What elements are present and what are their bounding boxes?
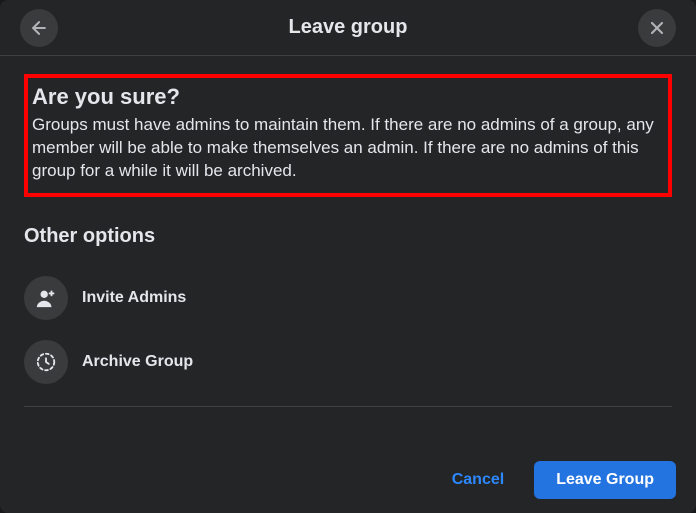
invite-admins-label: Invite Admins (82, 289, 186, 307)
archive-group-option[interactable]: Archive Group (24, 330, 672, 394)
modal-footer: Cancel Leave Group (0, 447, 696, 513)
archive-clock-icon (35, 351, 57, 373)
divider (24, 406, 672, 407)
close-button[interactable] (638, 9, 676, 47)
warning-heading: Are you sure? (32, 84, 664, 110)
archive-group-label: Archive Group (82, 353, 193, 371)
cancel-button[interactable]: Cancel (434, 461, 522, 499)
modal-header: Leave group (0, 0, 696, 56)
archive-group-icon-wrap (24, 340, 68, 384)
warning-body: Groups must have admins to maintain them… (32, 114, 664, 183)
warning-section: Are you sure? Groups must have admins to… (24, 74, 672, 197)
leave-group-button[interactable]: Leave Group (534, 461, 676, 499)
invite-admins-option[interactable]: Invite Admins (24, 266, 672, 330)
person-plus-icon (35, 287, 57, 309)
modal-content: Are you sure? Groups must have admins to… (0, 56, 696, 447)
other-options-heading: Other options (24, 225, 672, 248)
back-button[interactable] (20, 9, 58, 47)
invite-admins-icon-wrap (24, 276, 68, 320)
leave-group-modal: Leave group Are you sure? Groups must ha… (0, 0, 696, 513)
close-icon (647, 18, 667, 38)
modal-title: Leave group (289, 16, 408, 39)
arrow-left-icon (29, 18, 49, 38)
